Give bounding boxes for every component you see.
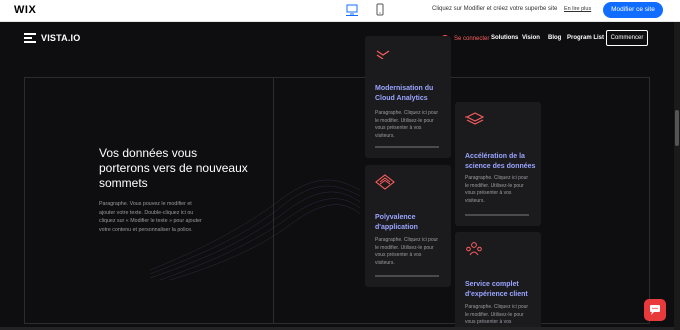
card-title: Polyvalence d'application bbox=[375, 214, 418, 231]
chat-button[interactable] bbox=[644, 299, 666, 321]
site-logo[interactable]: VISTA.IO bbox=[24, 33, 80, 43]
diamond-layers-icon bbox=[375, 174, 395, 195]
card-divider bbox=[375, 275, 439, 277]
people-icon bbox=[465, 241, 483, 262]
hero-title: Vos données vous porterons vers de nouve… bbox=[99, 146, 248, 190]
card-divider bbox=[375, 146, 439, 148]
frame-line-right bbox=[649, 77, 650, 324]
service-card-polyvalence[interactable]: Polyvalence d'application Paragraphe. Cl… bbox=[365, 165, 451, 287]
scrollbar[interactable] bbox=[674, 22, 680, 330]
service-card-data-science[interactable]: Accélération de la science des données P… bbox=[455, 102, 541, 226]
learn-more-link[interactable]: En lire plus bbox=[564, 6, 591, 12]
frame-line-bottom bbox=[24, 323, 649, 324]
frame-line-top bbox=[24, 77, 649, 78]
card-divider bbox=[465, 214, 529, 216]
card-title: Service complet d'expérience client bbox=[465, 281, 528, 298]
service-card-cloud[interactable]: Modernisation du Cloud Analytics Paragra… bbox=[365, 36, 451, 158]
site-logo-text: VISTA.IO bbox=[41, 33, 81, 43]
cloud-stack-icon bbox=[375, 46, 391, 64]
chat-icon bbox=[650, 305, 660, 315]
wix-logo[interactable]: WIX bbox=[14, 4, 36, 16]
nav-program-list[interactable]: Program List bbox=[567, 35, 604, 41]
edit-site-button[interactable]: Modifier ce site bbox=[603, 2, 663, 18]
wix-top-bar: WIX Cliquez sur Modifier et créez votre … bbox=[0, 0, 680, 22]
logo-mark-icon bbox=[24, 33, 36, 43]
login-link[interactable]: Se connecter bbox=[454, 36, 489, 42]
wix-message: Cliquez sur Modifier et créez votre supe… bbox=[432, 6, 558, 12]
mobile-icon[interactable] bbox=[376, 3, 384, 22]
frame-line-left bbox=[24, 77, 25, 324]
hero-paragraph: Paragraphe. Vous pouvez le modifier et a… bbox=[99, 201, 202, 233]
layers-icon bbox=[465, 112, 485, 131]
nav-solutions[interactable]: Solutions bbox=[491, 35, 518, 41]
card-title: Accélération de la science des données bbox=[465, 153, 536, 170]
desktop-icon[interactable] bbox=[346, 3, 358, 22]
nav-blog[interactable]: Blog bbox=[548, 35, 561, 41]
card-title: Modernisation du Cloud Analytics bbox=[375, 85, 434, 102]
card-text: Paragraphe. Cliquez ici pour le modifier… bbox=[465, 304, 529, 325]
nav-vision[interactable]: Vision bbox=[522, 35, 540, 41]
card-text: Paragraphe. Cliquez ici pour le modifier… bbox=[375, 110, 439, 139]
card-text: Paragraphe. Cliquez ici pour le modifier… bbox=[465, 175, 529, 204]
card-text: Paragraphe. Cliquez ici pour le modifier… bbox=[375, 237, 439, 266]
scrollbar-thumb[interactable] bbox=[675, 110, 679, 146]
service-card-customer-experience[interactable]: Service complet d'expérience client Para… bbox=[455, 232, 541, 330]
start-button[interactable]: Commencer bbox=[606, 30, 648, 46]
